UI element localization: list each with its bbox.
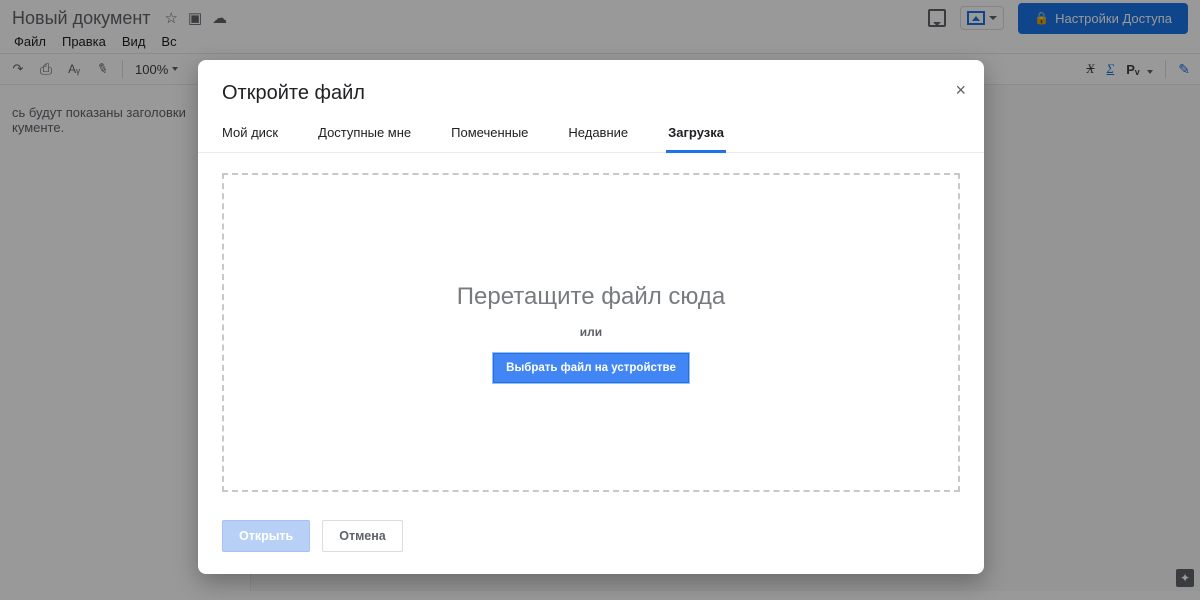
dialog-header: Откройте файл: [198, 60, 984, 111]
dropzone-or-label: или: [580, 325, 602, 339]
dialog-body: Перетащите файл сюда или Выбрать файл на…: [198, 153, 984, 502]
open-button[interactable]: Открыть: [222, 520, 310, 552]
dialog-tabs: Мой диск Доступные мне Помеченные Недавн…: [198, 111, 984, 153]
close-icon[interactable]: ×: [955, 80, 966, 101]
dialog-title: Откройте файл: [222, 82, 960, 105]
cancel-button[interactable]: Отмена: [322, 520, 403, 552]
select-file-button[interactable]: Выбрать файл на устройстве: [493, 353, 689, 383]
file-dropzone[interactable]: Перетащите файл сюда или Выбрать файл на…: [222, 173, 960, 492]
open-file-dialog: × Откройте файл Мой диск Доступные мне П…: [198, 60, 984, 574]
tab-shared-with-me[interactable]: Доступные мне: [318, 125, 411, 152]
tab-starred[interactable]: Помеченные: [451, 125, 528, 152]
tab-upload[interactable]: Загрузка: [668, 125, 724, 152]
dropzone-headline: Перетащите файл сюда: [457, 283, 725, 311]
tab-my-drive[interactable]: Мой диск: [222, 125, 278, 152]
tab-recent[interactable]: Недавние: [568, 125, 628, 152]
dialog-footer: Открыть Отмена: [198, 502, 984, 574]
